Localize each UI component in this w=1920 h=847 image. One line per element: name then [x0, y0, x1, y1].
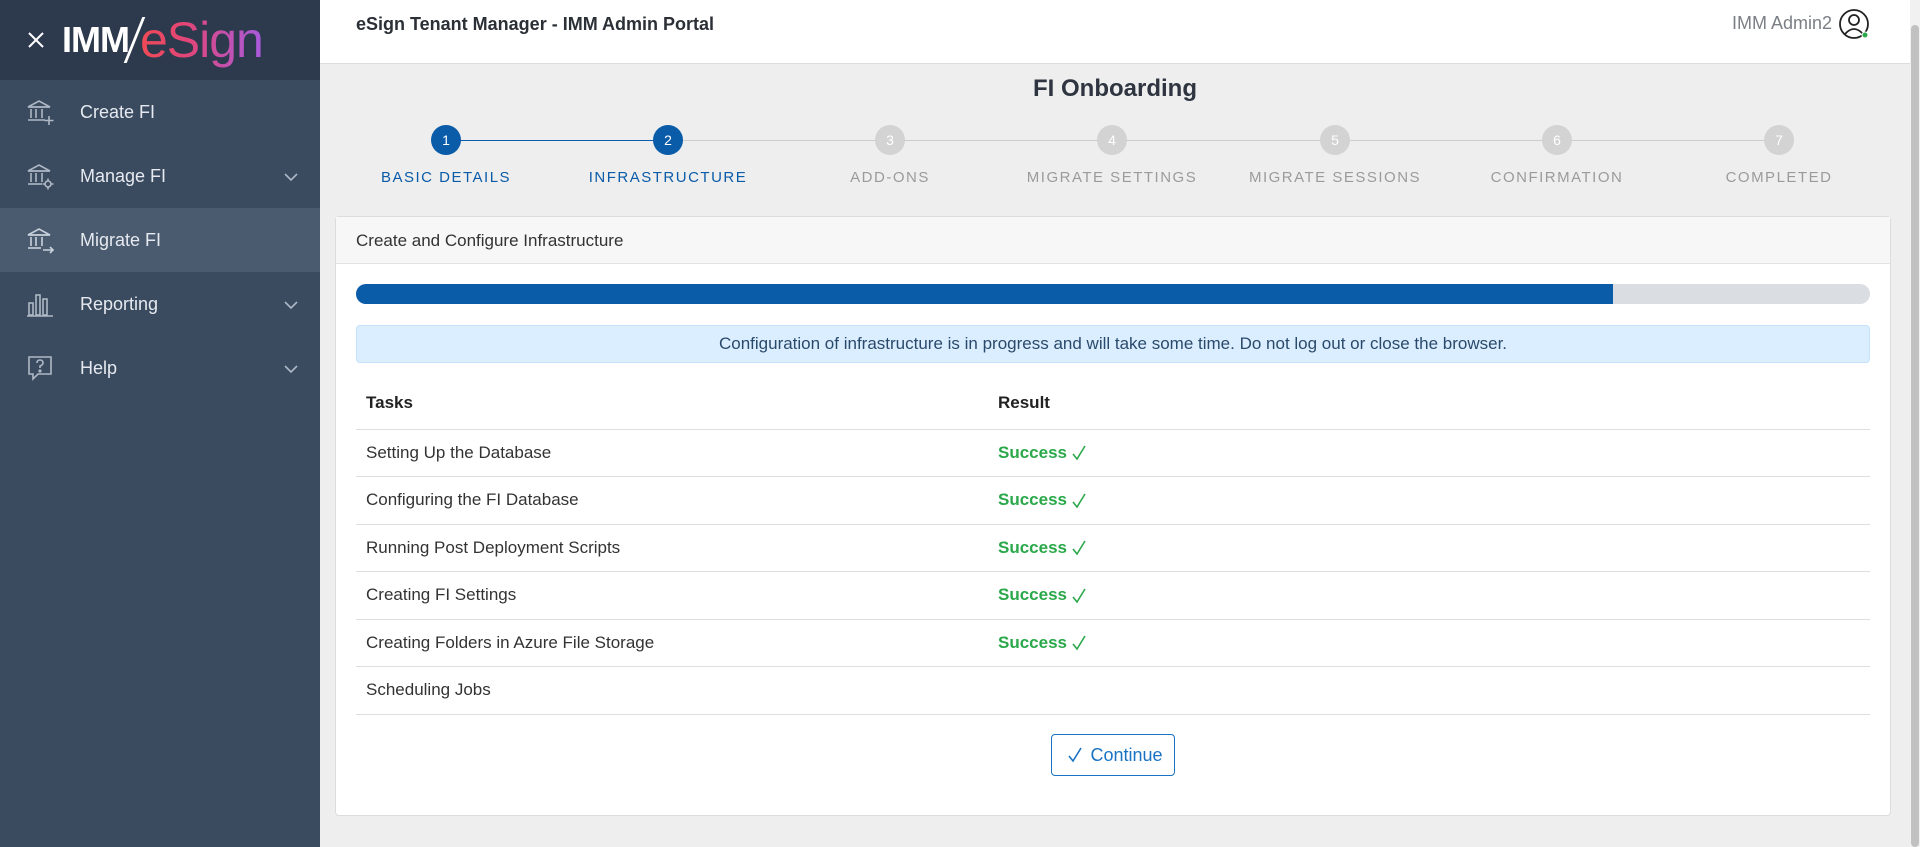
user-name[interactable]: IMM Admin2	[1732, 13, 1832, 34]
step-label: BASIC DETAILS	[380, 169, 512, 186]
step-confirmation[interactable]: 6 CONFIRMATION	[1457, 124, 1657, 186]
sidebar-item-label: Manage FI	[80, 165, 167, 186]
step-number: 6	[1542, 125, 1572, 155]
task-result	[988, 666, 1870, 715]
step-label: MIGRATE SETTINGS	[1026, 169, 1198, 186]
task-name: Creating Folders in Azure File Storage	[356, 619, 988, 667]
step-add-ons[interactable]: 3 ADD-ONS	[790, 124, 990, 186]
task-name: Scheduling Jobs	[356, 666, 988, 715]
check-icon	[1072, 445, 1086, 461]
task-result: Success	[988, 571, 1870, 620]
user-avatar-icon[interactable]	[1838, 8, 1870, 40]
step-completed[interactable]: 7 COMPLETED	[1679, 124, 1879, 186]
step-number: 2	[653, 125, 683, 155]
sidebar: IMM eSign Create FI Manage FI Migrate FI…	[0, 0, 320, 847]
sidebar-item-label: Migrate FI	[80, 229, 162, 250]
table-row: Running Post Deployment Scripts Success	[356, 524, 1870, 572]
task-result: Success	[988, 524, 1870, 572]
logo-imm: IMM	[62, 19, 130, 60]
step-number: 5	[1320, 125, 1350, 155]
sidebar-item-manage-fi[interactable]: Manage FI	[0, 144, 320, 208]
task-name: Running Post Deployment Scripts	[356, 524, 988, 572]
step-migrate-settings[interactable]: 4 MIGRATE SETTINGS	[1012, 124, 1212, 186]
check-icon	[1072, 540, 1086, 556]
continue-button[interactable]: Continue	[1051, 734, 1175, 776]
sidebar-item-label: Create FI	[80, 101, 156, 122]
step-label: INFRASTRUCTURE	[588, 169, 748, 186]
table-row: Creating Folders in Azure File Storage Su…	[356, 619, 1870, 667]
table-row: Scheduling Jobs	[356, 666, 1870, 715]
step-label: ADD-ONS	[850, 169, 930, 186]
check-icon	[1068, 747, 1083, 763]
task-table: Tasks Result Setting Up the Database Succ…	[356, 377, 1870, 715]
sidebar-item-reporting[interactable]: Reporting	[0, 272, 320, 336]
sidebar-item-label: Reporting	[80, 293, 159, 314]
chevron-down-icon[interactable]	[284, 166, 298, 187]
sidebar-item-label: Help	[80, 357, 118, 378]
task-result: Success	[988, 476, 1870, 525]
status-success: Success	[998, 442, 1067, 462]
bank-plus-icon	[24, 96, 56, 128]
sidebar-header: IMM eSign	[0, 0, 320, 80]
step-label: CONFIRMATION	[1490, 169, 1624, 186]
table-row: Configuring the FI Database Success	[356, 476, 1870, 525]
step-basic-details[interactable]: 1 BASIC DETAILS	[346, 124, 546, 186]
help-bubble-icon	[24, 352, 56, 384]
task-result: Success	[988, 429, 1870, 477]
chevron-down-icon[interactable]	[284, 358, 298, 379]
step-number: 4	[1097, 125, 1127, 155]
continue-label: Continue	[1090, 744, 1163, 765]
bank-gear-icon	[24, 160, 56, 192]
page-title: FI Onboarding	[1033, 75, 1197, 102]
step-infrastructure[interactable]: 2 INFRASTRUCTURE	[568, 124, 768, 186]
sidebar-item-help[interactable]: Help	[0, 336, 320, 400]
task-name: Configuring the FI Database	[356, 476, 988, 525]
onboarding-stepper: 1 BASIC DETAILS 2 INFRASTRUCTURE 3 ADD-O…	[335, 124, 1890, 194]
check-icon	[1072, 635, 1086, 651]
table-row: Creating FI Settings Success	[356, 571, 1870, 620]
task-name: Setting Up the Database	[356, 429, 988, 477]
info-alert: Configuration of infrastructure is in pr…	[356, 325, 1870, 363]
infrastructure-card: Create and Configure Infrastructure Conf…	[335, 216, 1891, 816]
status-success: Success	[998, 537, 1067, 557]
close-icon[interactable]	[24, 28, 48, 52]
bank-arrow-icon	[24, 224, 56, 256]
progress-bar	[356, 284, 1870, 304]
app-title: eSign Tenant Manager - IMM Admin Portal	[356, 14, 715, 34]
card-title: Create and Configure Infrastructure	[336, 217, 1890, 264]
step-label: MIGRATE SESSIONS	[1248, 169, 1422, 186]
status-success: Success	[998, 632, 1067, 652]
sidebar-item-create-fi[interactable]: Create FI	[0, 80, 320, 144]
step-migrate-sessions[interactable]: 5 MIGRATE SESSIONS	[1235, 124, 1435, 186]
table-row: Setting Up the Database Success	[356, 429, 1870, 477]
logo: IMM eSign	[62, 0, 264, 80]
status-success: Success	[998, 585, 1067, 605]
check-icon	[1072, 493, 1086, 509]
column-header-tasks: Tasks	[356, 377, 988, 430]
column-header-result: Result	[988, 377, 1870, 430]
table-header-row: Tasks Result	[356, 377, 1870, 430]
logo-esign: eSign	[139, 12, 264, 68]
step-number: 1	[431, 125, 461, 155]
step-number: 7	[1764, 125, 1794, 155]
step-label: COMPLETED	[1725, 169, 1833, 186]
scrollbar-thumb[interactable]	[1911, 25, 1919, 847]
check-icon	[1072, 588, 1086, 604]
task-name: Creating FI Settings	[356, 571, 988, 620]
bar-chart-icon	[24, 288, 56, 320]
step-number: 3	[875, 125, 905, 155]
task-result: Success	[988, 619, 1870, 667]
progress-fill	[356, 284, 1613, 304]
status-success: Success	[998, 490, 1067, 510]
scrollbar[interactable]	[1910, 0, 1920, 847]
chevron-down-icon[interactable]	[284, 294, 298, 315]
top-header: eSign Tenant Manager - IMM Admin Portal …	[320, 0, 1910, 64]
sidebar-item-migrate-fi[interactable]: Migrate FI	[0, 208, 320, 272]
